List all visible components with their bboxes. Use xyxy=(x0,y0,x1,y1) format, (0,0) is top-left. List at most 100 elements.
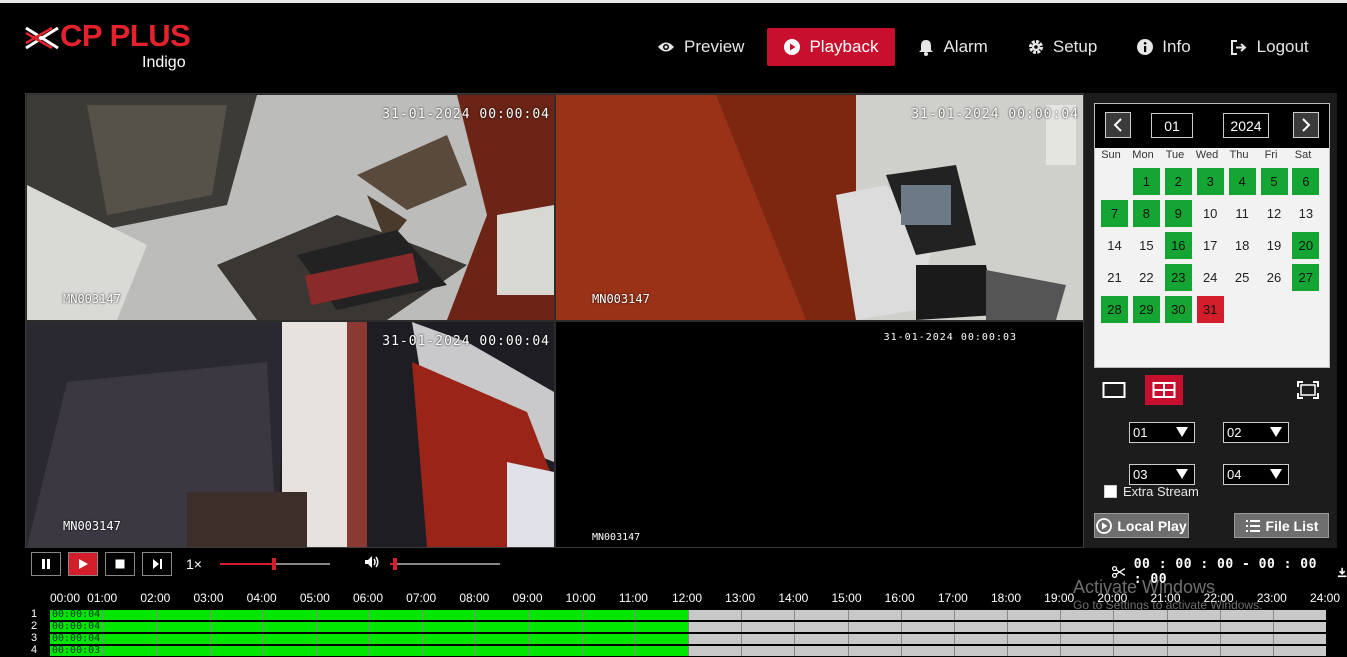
info-icon xyxy=(1137,39,1154,55)
calendar-day-27[interactable]: 27 xyxy=(1292,264,1320,291)
calendar-day-18[interactable]: 18 xyxy=(1229,232,1256,259)
timeline-track-4[interactable]: 00:00:03 xyxy=(50,645,1326,656)
nav-info[interactable]: Info xyxy=(1120,28,1207,66)
extra-stream-option[interactable]: Extra Stream xyxy=(1104,484,1199,499)
hour-tick xyxy=(688,634,689,644)
playback-speed[interactable]: 1× xyxy=(186,556,202,572)
hour-tick xyxy=(634,646,636,656)
channel-select-1-value: 01 xyxy=(1133,425,1148,440)
calendar-day-13[interactable]: 13 xyxy=(1292,200,1319,227)
calendar-day-8[interactable]: 8 xyxy=(1132,200,1160,227)
calendar-day-28[interactable]: 28 xyxy=(1101,296,1128,323)
single-view-button[interactable] xyxy=(1095,375,1133,405)
pause-button[interactable] xyxy=(31,552,61,576)
camera-1-feed xyxy=(27,95,554,320)
year-field[interactable]: 2024 xyxy=(1223,113,1269,138)
progress-knob[interactable] xyxy=(271,558,276,570)
extra-stream-checkbox[interactable] xyxy=(1104,485,1117,498)
channel-select-2[interactable]: 02 xyxy=(1223,422,1289,443)
play-circle-icon xyxy=(1096,517,1113,534)
calendar-day-25[interactable]: 25 xyxy=(1229,264,1256,291)
timeline-hour-19: 19:00 xyxy=(1044,591,1075,605)
calendar-day-2[interactable]: 2 xyxy=(1164,168,1192,195)
nav-playback[interactable]: Playback xyxy=(767,28,896,66)
channel-select-3[interactable]: 03 xyxy=(1129,464,1195,485)
next-frame-button[interactable] xyxy=(142,552,172,576)
play-button[interactable] xyxy=(68,552,98,576)
nav-preview[interactable]: Preview xyxy=(640,28,761,66)
calendar-day-21[interactable]: 21 xyxy=(1101,264,1128,291)
timeline-hour-10: 10:00 xyxy=(565,591,596,605)
calendar-day-10[interactable]: 10 xyxy=(1197,200,1224,227)
activate-windows-watermark: Activate Windows Go to Settings to activ… xyxy=(1073,578,1262,611)
calendar-day-23[interactable]: 23 xyxy=(1164,264,1192,291)
calendar-day-16[interactable]: 16 xyxy=(1164,232,1192,259)
nav-setup[interactable]: Setup xyxy=(1011,28,1114,66)
camera-2-feed xyxy=(556,95,1083,320)
layout-selector xyxy=(1094,375,1330,405)
nav-info-label: Info xyxy=(1162,37,1191,56)
calendar-day-15[interactable]: 15 xyxy=(1133,232,1160,259)
eye-icon xyxy=(658,42,674,52)
calendar-day-3[interactable]: 3 xyxy=(1196,168,1224,195)
hour-tick xyxy=(1272,622,1274,632)
calendar-day-6[interactable]: 6 xyxy=(1292,168,1320,195)
next-month-button[interactable] xyxy=(1293,112,1319,138)
calendar-day-5[interactable]: 5 xyxy=(1260,168,1288,195)
file-list-button[interactable]: File List xyxy=(1234,513,1329,538)
hour-tick xyxy=(422,634,424,644)
calendar-day-11[interactable]: 11 xyxy=(1229,200,1256,227)
video-tile-4[interactable]: 31-01-2024 00:00:03 MN003147 xyxy=(556,322,1083,547)
playback-progress-slider[interactable] xyxy=(220,558,330,570)
prev-month-button[interactable] xyxy=(1105,112,1131,138)
list-icon xyxy=(1245,519,1260,532)
channel-select-1[interactable]: 01 xyxy=(1129,422,1195,443)
calendar-day-31[interactable]: 31 xyxy=(1196,296,1224,323)
calendar-day-7[interactable]: 7 xyxy=(1101,200,1128,227)
calendar-header: 01 2024 xyxy=(1095,104,1329,148)
hour-tick xyxy=(1007,634,1008,644)
volume-slider[interactable] xyxy=(390,558,500,570)
stop-button[interactable] xyxy=(105,552,135,576)
hour-tick xyxy=(1219,634,1221,644)
calendar-day-14[interactable]: 14 xyxy=(1101,232,1128,259)
hour-tick xyxy=(1272,634,1274,644)
calendar-day-26[interactable]: 26 xyxy=(1261,264,1288,291)
volume-knob[interactable] xyxy=(393,558,398,570)
hour-tick xyxy=(369,622,370,632)
timeline-track-2[interactable]: 00:00:04 xyxy=(50,621,1326,632)
calendar-day-4[interactable]: 4 xyxy=(1228,168,1256,195)
hour-tick xyxy=(209,646,211,656)
channel-select-4[interactable]: 04 xyxy=(1223,464,1289,485)
video-tile-2[interactable]: 31-01-2024 00:00:04 MN003147 xyxy=(556,95,1083,320)
timeline-hour-4: 04:00 xyxy=(246,591,277,605)
hour-tick xyxy=(1219,646,1221,656)
hour-tick xyxy=(581,646,583,656)
hour-tick xyxy=(794,622,796,632)
calendar-day-19[interactable]: 19 xyxy=(1261,232,1288,259)
fullscreen-button[interactable] xyxy=(1289,375,1327,405)
quad-view-button[interactable] xyxy=(1145,375,1183,405)
calendar-day-22[interactable]: 22 xyxy=(1133,264,1160,291)
calendar-day-29[interactable]: 29 xyxy=(1132,296,1160,323)
calendar-day-1[interactable]: 1 xyxy=(1132,168,1160,195)
local-play-button[interactable]: Local Play xyxy=(1094,513,1189,538)
timeline-track-3[interactable]: 00:00:04 xyxy=(50,633,1326,644)
calendar-day-30[interactable]: 30 xyxy=(1164,296,1192,323)
download-icon[interactable] xyxy=(1337,566,1347,578)
timeline-hour-18: 18:00 xyxy=(991,591,1022,605)
calendar-day-12[interactable]: 12 xyxy=(1261,200,1288,227)
calendar-day-9[interactable]: 9 xyxy=(1164,200,1192,227)
timeline-hour-13: 13:00 xyxy=(725,591,756,605)
calendar-day-24[interactable]: 24 xyxy=(1197,264,1224,291)
month-field[interactable]: 01 xyxy=(1151,113,1193,138)
calendar-day-20[interactable]: 20 xyxy=(1292,232,1320,259)
hour-tick xyxy=(1060,622,1062,632)
nav-logout[interactable]: Logout xyxy=(1214,28,1326,66)
hour-tick xyxy=(475,610,477,620)
video-tile-3[interactable]: 31-01-2024 00:00:04 MN003147 xyxy=(27,322,554,547)
volume-icon[interactable] xyxy=(364,555,380,569)
video-tile-1[interactable]: 31-01-2024 00:00:04 MN003147 xyxy=(27,95,554,320)
nav-alarm[interactable]: Alarm xyxy=(901,28,1004,66)
calendar-day-17[interactable]: 17 xyxy=(1197,232,1224,259)
